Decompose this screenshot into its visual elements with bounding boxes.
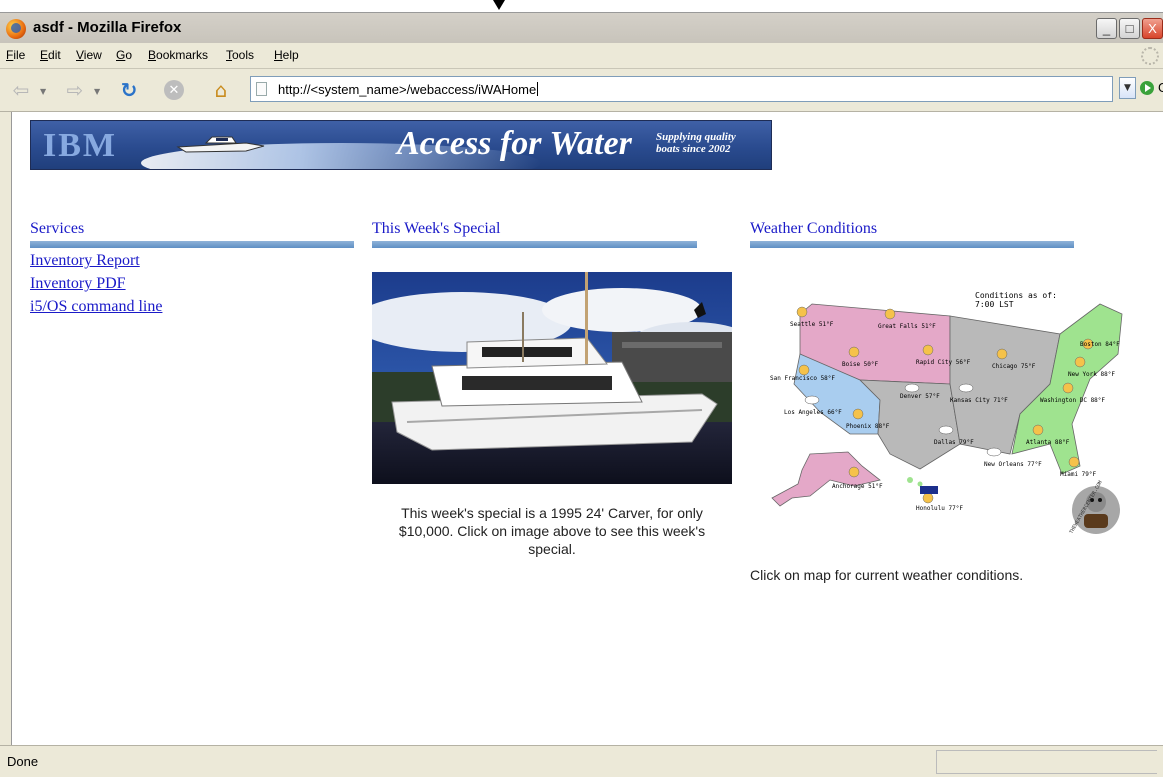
ibm-logo: IBM <box>43 127 117 164</box>
menu-help[interactable]: Help <box>274 48 299 62</box>
status-panel <box>936 750 1157 774</box>
svg-text:Washington DC 88°F: Washington DC 88°F <box>1040 397 1105 404</box>
menu-file[interactable]: File <box>6 48 25 62</box>
forward-button[interactable]: ⇨ <box>62 77 88 103</box>
inventory-pdf-link[interactable]: Inventory PDF <box>30 275 126 293</box>
url-input[interactable]: http://<system_name>/webaccess/iWAHome <box>278 82 539 97</box>
svg-text:New York 88°F: New York 88°F <box>1068 371 1115 378</box>
window-controls: _ □ X <box>1096 18 1163 39</box>
go-arrow-icon <box>1140 80 1154 95</box>
svg-text:Great Falls 51°F: Great Falls 51°F <box>878 323 936 330</box>
back-button[interactable]: ⇦ <box>8 77 34 103</box>
map-header-line-2: 7:00 LST <box>975 300 1014 309</box>
maximize-button[interactable]: □ <box>1119 18 1140 39</box>
forward-history-dropdown-icon[interactable]: ▼ <box>94 87 100 96</box>
site-banner[interactable]: IBM Access for Water Supplying quality b… <box>30 120 772 170</box>
svg-text:San Francisco 58°F: San Francisco 58°F <box>770 375 835 382</box>
svg-text:Los Angeles 66°F: Los Angeles 66°F <box>784 409 842 416</box>
svg-text:Chicago 75°F: Chicago 75°F <box>992 363 1036 370</box>
menu-go[interactable]: Go <box>116 48 132 62</box>
status-bar: Done <box>0 745 1163 777</box>
go-label: Go <box>1158 80 1163 95</box>
page-content: IBM Access for Water Supplying quality b… <box>12 112 1163 745</box>
inventory-report-link[interactable]: Inventory Report <box>30 252 140 270</box>
close-button[interactable]: X <box>1142 18 1163 39</box>
services-rule <box>30 241 354 248</box>
tagline-line-1: Supplying quality <box>656 131 736 143</box>
svg-text:Seattle 51°F: Seattle 51°F <box>790 321 834 328</box>
svg-text:Dallas 79°F: Dallas 79°F <box>934 439 974 446</box>
menu-bookmarks[interactable]: Bookmarks <box>148 48 208 62</box>
caption-line-2: $10,000. Click on image above to see thi… <box>398 523 706 539</box>
content-left-edge <box>0 112 12 745</box>
weather-heading: Weather Conditions <box>750 220 878 237</box>
services-heading: Services <box>30 220 85 237</box>
svg-text:New Orleans 77°F: New Orleans 77°F <box>984 461 1042 468</box>
svg-text:Denver 57°F: Denver 57°F <box>900 393 940 400</box>
top-strip <box>0 0 1163 12</box>
svg-text:Atlanta 88°F: Atlanta 88°F <box>1026 439 1070 446</box>
menu-edit[interactable]: Edit <box>40 48 61 62</box>
special-boat-photo[interactable] <box>372 272 732 484</box>
go-button[interactable]: Go <box>1140 80 1163 95</box>
pointer-arrow-icon <box>493 0 505 10</box>
svg-text:Rapid City 56°F: Rapid City 56°F <box>916 359 971 366</box>
menu-view[interactable]: View <box>76 48 102 62</box>
menu-tools[interactable]: Tools <box>226 48 254 62</box>
svg-text:Kansas City 71°F: Kansas City 71°F <box>950 397 1008 404</box>
navigation-toolbar: ⇦ ▼ ⇨ ▼ ↻ ✕ ⌂ http://<system_name>/webac… <box>0 69 1163 112</box>
command-line-link[interactable]: i5/OS command line <box>30 298 162 316</box>
banner-tagline: Supplying quality boats since 2002 <box>656 131 736 155</box>
status-text: Done <box>7 754 39 769</box>
address-bar[interactable]: http://<system_name>/webaccess/iWAHome <box>250 76 1113 102</box>
title-bar[interactable]: asdf - Mozilla Firefox _ □ X <box>0 12 1163 43</box>
back-history-dropdown-icon[interactable]: ▼ <box>40 87 46 96</box>
caption-line-1: This week's special is a 1995 24' Carver… <box>401 505 703 521</box>
svg-text:Boise 50°F: Boise 50°F <box>842 361 879 368</box>
window-title: asdf - Mozilla Firefox <box>33 19 182 36</box>
weather-rule <box>750 241 1074 248</box>
special-heading: This Week's Special <box>372 220 501 237</box>
tagline-line-2: boats since 2002 <box>656 143 731 155</box>
map-header-line-1: Conditions as of: <box>975 291 1057 300</box>
browser-window: asdf - Mozilla Firefox _ □ X File Edit V… <box>0 0 1163 777</box>
svg-text:Miami 79°F: Miami 79°F <box>1060 471 1097 478</box>
svg-text:Boston 84°F: Boston 84°F <box>1080 341 1120 348</box>
svg-text:Anchorage 51°F: Anchorage 51°F <box>832 483 883 490</box>
weather-map[interactable]: Conditions as of: 7:00 LST Seattle 51°F … <box>750 284 1142 540</box>
minimize-button[interactable]: _ <box>1096 18 1117 39</box>
svg-text:Honolulu 77°F: Honolulu 77°F <box>916 505 963 512</box>
stop-button[interactable]: ✕ <box>164 80 184 100</box>
caption-line-3: special. <box>528 541 576 557</box>
weather-caption: Click on map for current weather conditi… <box>750 567 1024 583</box>
url-history-dropdown-button[interactable]: ▼ <box>1119 77 1136 99</box>
menu-bar: File Edit View Go Bookmarks Tools Help <box>0 43 1163 69</box>
page-icon <box>256 82 267 96</box>
firefox-logo-icon <box>6 19 26 39</box>
special-caption: This week's special is a 1995 24' Carver… <box>372 504 732 558</box>
special-rule <box>372 241 697 248</box>
activity-throbber-icon <box>1141 47 1159 65</box>
home-button[interactable]: ⌂ <box>208 77 234 103</box>
banner-boat-image <box>176 136 265 153</box>
svg-text:Phoenix 88°F: Phoenix 88°F <box>846 423 890 430</box>
reload-button[interactable]: ↻ <box>116 77 142 103</box>
banner-title: Access for Water <box>397 125 632 162</box>
